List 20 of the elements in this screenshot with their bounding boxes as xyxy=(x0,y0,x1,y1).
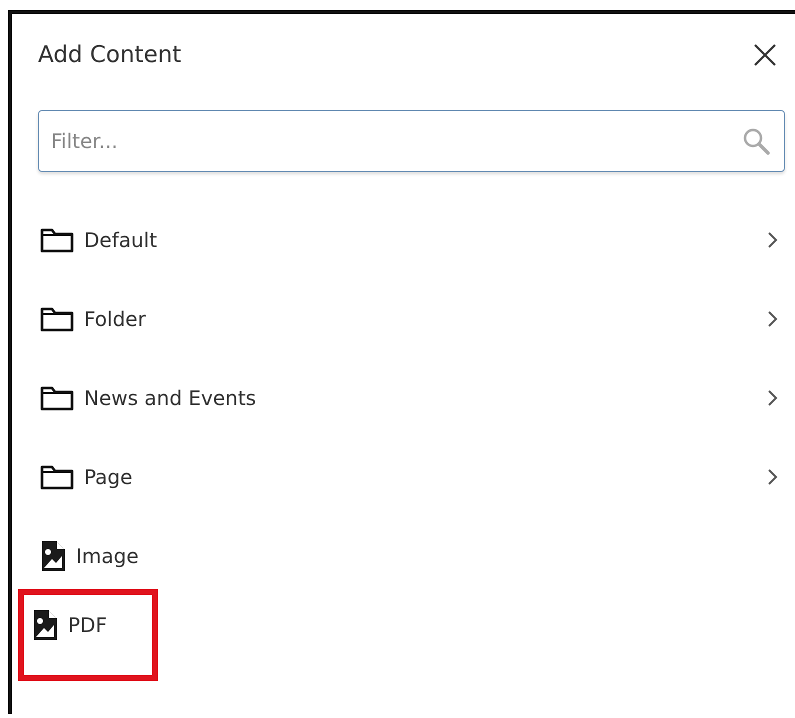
content-type-item[interactable]: Folder xyxy=(84,306,146,330)
folder-icon xyxy=(40,306,74,332)
chevron-right-icon[interactable] xyxy=(767,230,779,250)
chevron-right-icon[interactable] xyxy=(767,466,779,486)
close-icon[interactable] xyxy=(753,43,777,67)
folder-icon xyxy=(40,226,74,252)
filter-field[interactable]: Filter... xyxy=(38,110,785,172)
content-type-item[interactable]: News and Events xyxy=(84,386,256,410)
dialog-title: Add Content xyxy=(38,42,182,68)
folder-icon xyxy=(40,384,74,410)
content-type-item[interactable]: Default xyxy=(84,228,158,252)
image-file-icon xyxy=(32,608,58,640)
content-type-item[interactable]: PDF xyxy=(68,612,107,636)
chevron-right-icon[interactable] xyxy=(767,308,779,328)
content-type-item[interactable]: Page xyxy=(84,464,132,488)
image-file-icon xyxy=(40,540,66,572)
content-type-item[interactable]: Image xyxy=(76,544,139,568)
search-icon xyxy=(741,126,771,156)
chevron-right-icon[interactable] xyxy=(767,388,779,408)
folder-icon xyxy=(40,464,74,490)
